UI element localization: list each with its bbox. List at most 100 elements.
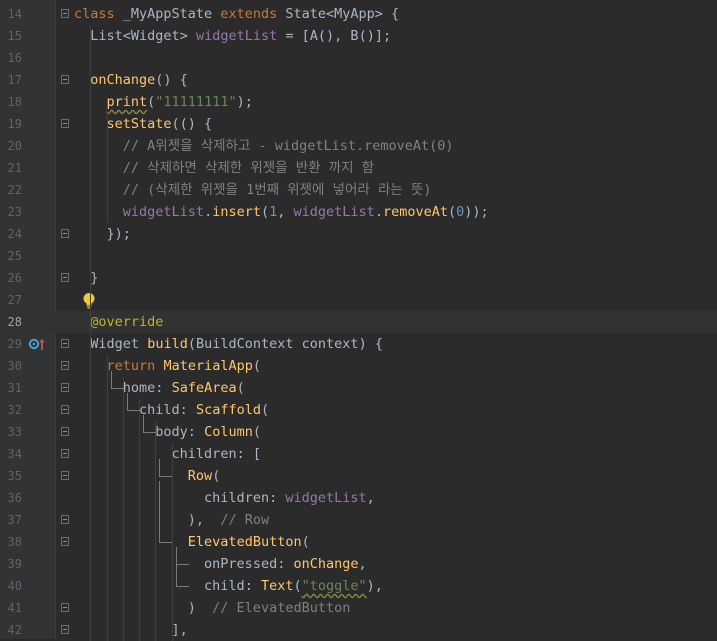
code-text: children: widgetList, xyxy=(204,490,375,506)
code-text: List<Widget> widgetList = [A(), B()]; xyxy=(90,28,392,44)
indent-guide xyxy=(139,399,141,641)
fold-toggle-icon[interactable] xyxy=(61,229,69,238)
widget-tree-connector xyxy=(175,547,177,564)
code-text: ElevatedButton( xyxy=(187,534,310,550)
line-number: 16 xyxy=(7,51,22,65)
line-number: 32 xyxy=(7,403,22,417)
code-line[interactable]: 24 }); xyxy=(0,223,717,245)
line-number: 25 xyxy=(7,249,22,263)
widget-tree-connector xyxy=(159,476,173,477)
code-text: }); xyxy=(74,226,131,242)
code-line[interactable]: 28 @override xyxy=(0,311,717,333)
code-line[interactable]: 30 return MaterialApp( xyxy=(0,355,717,377)
code-text: home: SafeArea( xyxy=(122,380,245,396)
line-number: 14 xyxy=(7,7,22,21)
code-text: return MaterialApp( xyxy=(106,358,261,374)
fold-toggle-icon[interactable] xyxy=(61,273,69,282)
indent-guide xyxy=(106,113,108,223)
fold-toggle-icon[interactable] xyxy=(61,9,69,18)
code-line[interactable]: 42 ], xyxy=(0,619,717,641)
line-number: 15 xyxy=(7,29,22,43)
fold-toggle-icon[interactable] xyxy=(61,383,69,392)
code-line[interactable]: 22 // (삭제한 위젯을 1번째 위젯에 넣어라 라는 뜻) xyxy=(0,179,717,201)
code-text: Row( xyxy=(187,468,221,484)
fold-toggle-icon[interactable] xyxy=(61,339,69,348)
widget-tree-connector xyxy=(143,432,157,433)
fold-toggle-icon[interactable] xyxy=(61,119,69,128)
indent-guide xyxy=(106,355,108,641)
override-marker-icon[interactable] xyxy=(28,337,46,351)
fold-toggle-icon[interactable] xyxy=(61,537,69,546)
line-number: 36 xyxy=(7,491,22,505)
code-line[interactable]: 34 children: [ xyxy=(0,443,717,465)
line-number: 26 xyxy=(7,271,22,285)
code-line[interactable]: 17 onChange() { xyxy=(0,69,717,91)
fold-toggle-icon[interactable] xyxy=(61,75,69,84)
fold-toggle-icon[interactable] xyxy=(61,471,69,480)
widget-tree-connector xyxy=(126,410,140,411)
code-line[interactable]: 35 Row( xyxy=(0,465,717,487)
line-number: 42 xyxy=(7,623,22,637)
code-line[interactable]: 21 // 삭제하면 삭제한 위젯을 반환 까지 함 xyxy=(0,157,717,179)
line-number: 18 xyxy=(7,95,22,109)
fold-toggle-icon[interactable] xyxy=(61,427,69,436)
code-line[interactable]: 19 setState(() { xyxy=(0,113,717,135)
line-number: 35 xyxy=(7,469,22,483)
widget-tree-connector xyxy=(143,415,145,432)
code-line[interactable]: 36 children: widgetList, xyxy=(0,487,717,509)
code-line[interactable]: 25 xyxy=(0,245,717,267)
code-text: widgetList.insert(1, widgetList.removeAt… xyxy=(122,204,489,220)
line-number: 22 xyxy=(7,183,22,197)
widget-tree-connector xyxy=(159,481,161,542)
code-text: body: Column( xyxy=(155,424,261,440)
code-text: // A위젯을 삭제하고 - widgetList.removeAt(0) xyxy=(122,138,454,154)
line-number: 27 xyxy=(7,293,22,307)
code-editor[interactable]: 14 class _MyAppState extends State<MyApp>… xyxy=(0,0,717,641)
code-text: // (삭제한 위젯을 1번째 위젯에 넣어라 라는 뜻) xyxy=(122,182,432,198)
code-line[interactable]: 31 home: SafeArea( xyxy=(0,377,717,399)
widget-tree-connector xyxy=(159,459,161,476)
code-text: } xyxy=(74,270,99,286)
code-line[interactable]: 32 child: Scaffold( xyxy=(0,399,717,421)
line-number: 37 xyxy=(7,513,22,527)
code-text: Widget build(BuildContext context) { xyxy=(90,336,383,352)
line-number: 21 xyxy=(7,161,22,175)
code-line[interactable]: 39 onPressed: onChange, xyxy=(0,553,717,575)
code-text: setState(() { xyxy=(106,116,213,132)
fold-toggle-icon[interactable] xyxy=(61,405,69,414)
code-line[interactable]: 41 ) // ElevatedButton xyxy=(0,597,717,619)
code-line[interactable]: 23 widgetList.insert(1, widgetList.remov… xyxy=(0,201,717,223)
code-line[interactable]: 26 } xyxy=(0,267,717,289)
code-line[interactable]: 33 body: Column( xyxy=(0,421,717,443)
fold-toggle-icon[interactable] xyxy=(61,449,69,458)
line-number: 19 xyxy=(7,117,22,131)
fold-toggle-icon[interactable] xyxy=(61,625,69,634)
code-line[interactable]: 37 ), // Row xyxy=(0,509,717,531)
line-number: 28 xyxy=(7,315,22,329)
code-line[interactable]: 38 ElevatedButton( xyxy=(0,531,717,553)
code-line[interactable]: 16 xyxy=(0,47,717,69)
code-line[interactable]: 29 Widget build(BuildContext context) { xyxy=(0,333,717,355)
fold-toggle-icon[interactable] xyxy=(61,603,69,612)
line-number: 30 xyxy=(7,359,22,373)
fold-toggle-icon[interactable] xyxy=(61,515,69,524)
code-text: class _MyAppState extends State<MyApp> { xyxy=(74,6,400,22)
line-number: 39 xyxy=(7,557,22,571)
widget-tree-connector xyxy=(175,564,189,565)
widget-tree-connector xyxy=(110,388,124,389)
code-line[interactable]: 20 // A위젯을 삭제하고 - widgetList.removeAt(0) xyxy=(0,135,717,157)
line-number: 33 xyxy=(7,425,22,439)
code-text: ) // ElevatedButton xyxy=(74,600,351,616)
code-text: // 삭제하면 삭제한 위젯을 반환 까지 함 xyxy=(122,160,375,176)
line-number: 34 xyxy=(7,447,22,461)
code-line[interactable]: 27 xyxy=(0,289,717,311)
fold-toggle-icon[interactable] xyxy=(61,361,69,370)
code-line[interactable]: 40 child: Text("toggle"), xyxy=(0,575,717,597)
code-text: @override xyxy=(90,314,164,330)
code-line[interactable]: 18 print("11111111"); xyxy=(0,91,717,113)
code-line[interactable]: 15 List<Widget> widgetList = [A(), B()]; xyxy=(0,25,717,47)
lightbulb-icon[interactable] xyxy=(82,292,96,310)
code-text: child: Scaffold( xyxy=(139,402,270,418)
code-line[interactable]: 14 class _MyAppState extends State<MyApp>… xyxy=(0,3,717,25)
indent-guide xyxy=(122,377,124,641)
